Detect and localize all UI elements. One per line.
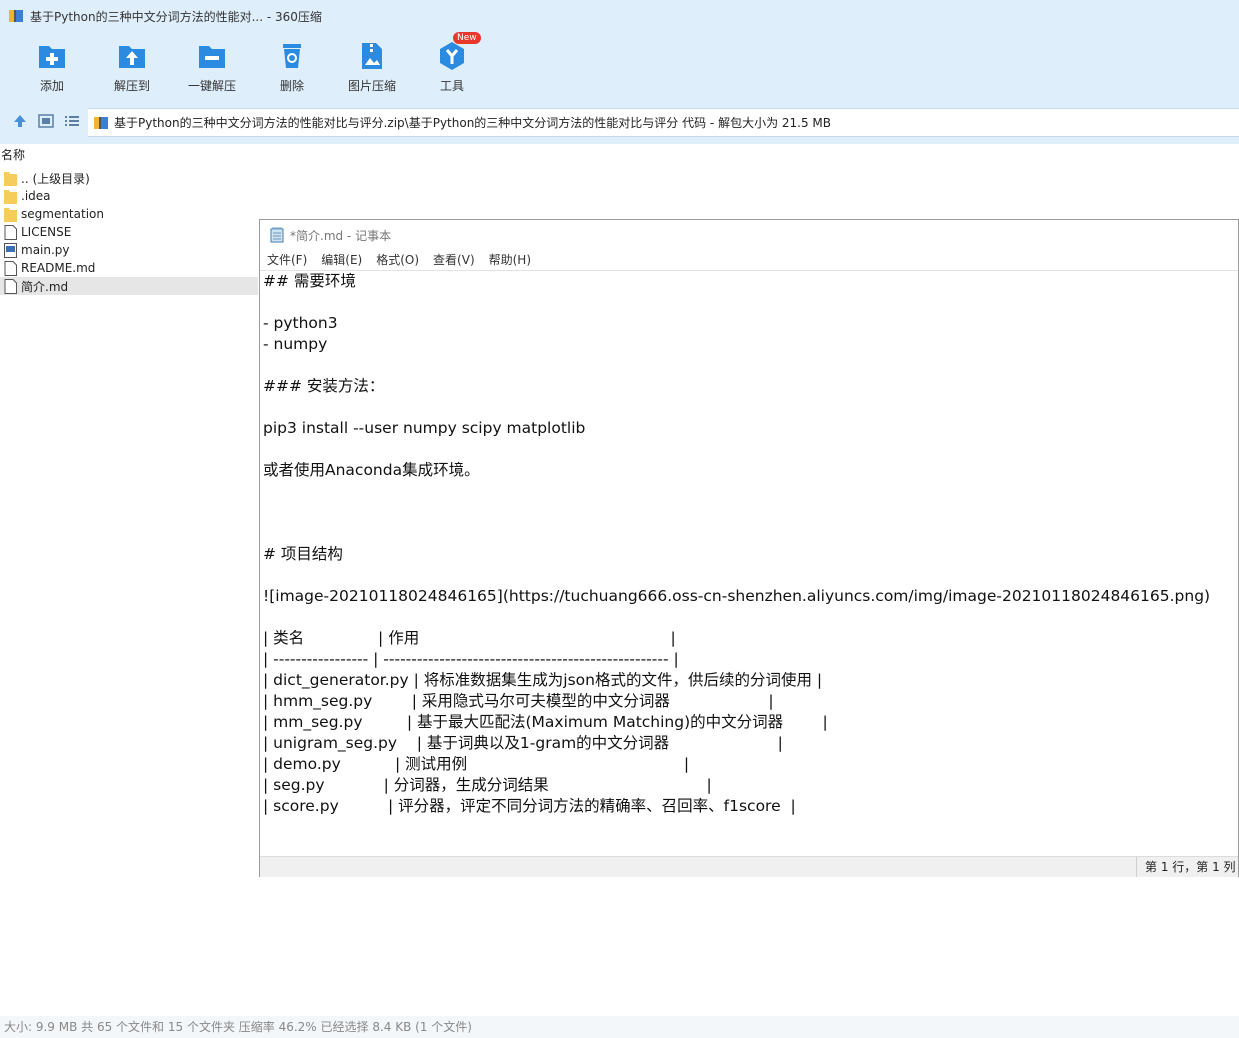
delete-label: 删除: [279, 79, 304, 93]
main-toolbar: 添加 解压到 一键解压 删除 图片压缩 New 工具: [0, 32, 1239, 100]
text-line: [260, 565, 1238, 586]
text-line: | mm_seg.py | 基于最大匹配法(Maximum Matching)的…: [263, 713, 828, 731]
extract-to-icon: [119, 46, 145, 68]
list-item-label: main.py: [21, 243, 70, 257]
text-line: | dict_generator.py | 将标准数据集生成为json格式的文件…: [263, 671, 823, 689]
one-click-extract-label: 一键解压: [187, 79, 236, 93]
notepad-title-bar: *简介.md - 记事本: [260, 220, 1238, 250]
address-bar: 基于Python的三种中文分词方法的性能对比与评分.zip\基于Python的三…: [0, 100, 1239, 144]
archive-app-icon: [9, 10, 23, 22]
text-line: | 类名 | 作用 |: [263, 629, 676, 647]
tools-button[interactable]: New 工具: [412, 32, 492, 100]
text-line: - numpy: [263, 335, 328, 353]
text-line: | ----------------- | ------------------…: [263, 650, 679, 668]
add-file-icon: [39, 46, 65, 68]
list-item-readme[interactable]: README.md: [0, 259, 258, 277]
list-item-parent-dir[interactable]: .. (上级目录): [0, 169, 258, 187]
title-bar: 基于Python的三种中文分词方法的性能对... - 360压缩: [0, 0, 1239, 32]
folder-icon: [4, 171, 17, 186]
menu-file[interactable]: 文件(F): [260, 250, 314, 270]
text-line: ### 安装方法：: [263, 377, 385, 395]
text-line: [260, 439, 1238, 460]
new-badge: New: [453, 32, 481, 44]
window-title: 基于Python的三种中文分词方法的性能对... - 360压缩: [30, 9, 322, 24]
file-icon: [4, 224, 17, 240]
folder-icon: [4, 207, 17, 222]
text-line: pip3 install --user numpy scipy matplotl…: [263, 419, 586, 437]
text-line: [260, 481, 1238, 502]
one-click-extract-button[interactable]: 一键解压: [172, 32, 252, 100]
delete-icon: [283, 44, 301, 68]
delete-button[interactable]: 删除: [252, 32, 332, 100]
list-item-segmentation[interactable]: segmentation: [0, 205, 258, 223]
name-column-header[interactable]: 名称: [0, 146, 259, 164]
menu-format[interactable]: 格式(O): [369, 250, 426, 270]
list-item-label: 简介.md: [21, 279, 69, 294]
text-line: [260, 607, 1238, 628]
add-button[interactable]: 添加: [12, 32, 92, 100]
text-line: - python3: [263, 314, 338, 332]
notepad-menubar: 文件(F) 编辑(E) 格式(O) 查看(V) 帮助(H): [260, 250, 1238, 270]
text-line: [260, 502, 1238, 523]
file-list: .. (上级目录) .idea segmentation LICENSE mai…: [0, 169, 258, 295]
list-item-label: README.md: [21, 261, 96, 275]
python-file-icon: [4, 242, 17, 258]
text-line: | demo.py | 测试用例 |: [263, 755, 690, 773]
text-line: ![image-20210118024846165](https://tuchu…: [263, 587, 1211, 605]
tools-icon: [440, 42, 464, 70]
list-item-label: .idea: [21, 189, 51, 203]
text-line: ## 需要环境: [263, 272, 356, 290]
tools-label: 工具: [439, 79, 464, 93]
notepad-title: *简介.md - 记事本: [290, 228, 392, 243]
one-click-extract-icon: [199, 46, 225, 68]
text-line: [260, 397, 1238, 418]
text-line: | hmm_seg.py | 采用隐式马尔可夫模型的中文分词器 |: [263, 692, 774, 710]
zip-archive-icon: [94, 116, 108, 129]
extract-to-button[interactable]: 解压到: [92, 32, 172, 100]
text-line: | score.py | 评分器，评定不同分词方法的精确率、召回率、f1scor…: [263, 797, 796, 815]
list-item-label: .. (上级目录): [21, 171, 90, 186]
path-field[interactable]: 基于Python的三种中文分词方法的性能对比与评分.zip\基于Python的三…: [88, 108, 1239, 137]
file-icon: [4, 278, 17, 294]
path-text: 基于Python的三种中文分词方法的性能对比与评分.zip\基于Python的三…: [114, 116, 832, 130]
text-line: 或者使用Anaconda集成环境。: [263, 461, 480, 479]
list-item-label: LICENSE: [21, 225, 72, 239]
folder-icon: [4, 189, 17, 204]
text-line: # 项目结构: [263, 545, 343, 563]
notepad-icon: [270, 227, 284, 243]
text-line: [260, 523, 1238, 544]
list-item-license[interactable]: LICENSE: [0, 223, 258, 241]
notepad-window: *简介.md - 记事本 文件(F) 编辑(E) 格式(O) 查看(V) 帮助(…: [259, 219, 1239, 877]
list-item-main-py[interactable]: main.py: [0, 241, 258, 259]
list-item-intro-md[interactable]: 简介.md: [0, 277, 258, 295]
notepad-status-bar: 第 1 行，第 1 列: [260, 856, 1238, 877]
list-item-label: segmentation: [21, 207, 104, 221]
text-line: | unigram_seg.py | 基于词典以及1-gram的中文分词器 |: [263, 734, 783, 752]
menu-view[interactable]: 查看(V): [426, 250, 482, 270]
text-line: [260, 292, 1238, 313]
list-view-icon[interactable]: [64, 113, 80, 129]
list-item-idea[interactable]: .idea: [0, 187, 258, 205]
add-label: 添加: [39, 79, 64, 93]
image-compress-label: 图片压缩: [347, 79, 396, 93]
thumbnail-view-icon[interactable]: [38, 113, 54, 129]
text-line: [260, 355, 1238, 376]
menu-help[interactable]: 帮助(H): [482, 250, 538, 270]
image-compress-button[interactable]: 图片压缩: [332, 32, 412, 100]
extract-to-label: 解压到: [113, 79, 150, 93]
image-compress-icon: [362, 43, 382, 69]
text-line: | seg.py | 分词器，生成分词结果 |: [263, 776, 712, 794]
notepad-text-area[interactable]: ## 需要环境 - python3 - numpy ### 安装方法： pip3 ins…: [260, 270, 1238, 855]
archive-status-bar: 大小: 9.9 MB 共 65 个文件和 15 个文件夹 压缩率 46.2% 已…: [0, 1016, 1239, 1038]
cursor-position: 第 1 行，第 1 列: [1136, 857, 1236, 877]
up-arrow-icon[interactable]: [12, 113, 28, 129]
menu-edit[interactable]: 编辑(E): [314, 250, 369, 270]
file-icon: [4, 260, 17, 276]
